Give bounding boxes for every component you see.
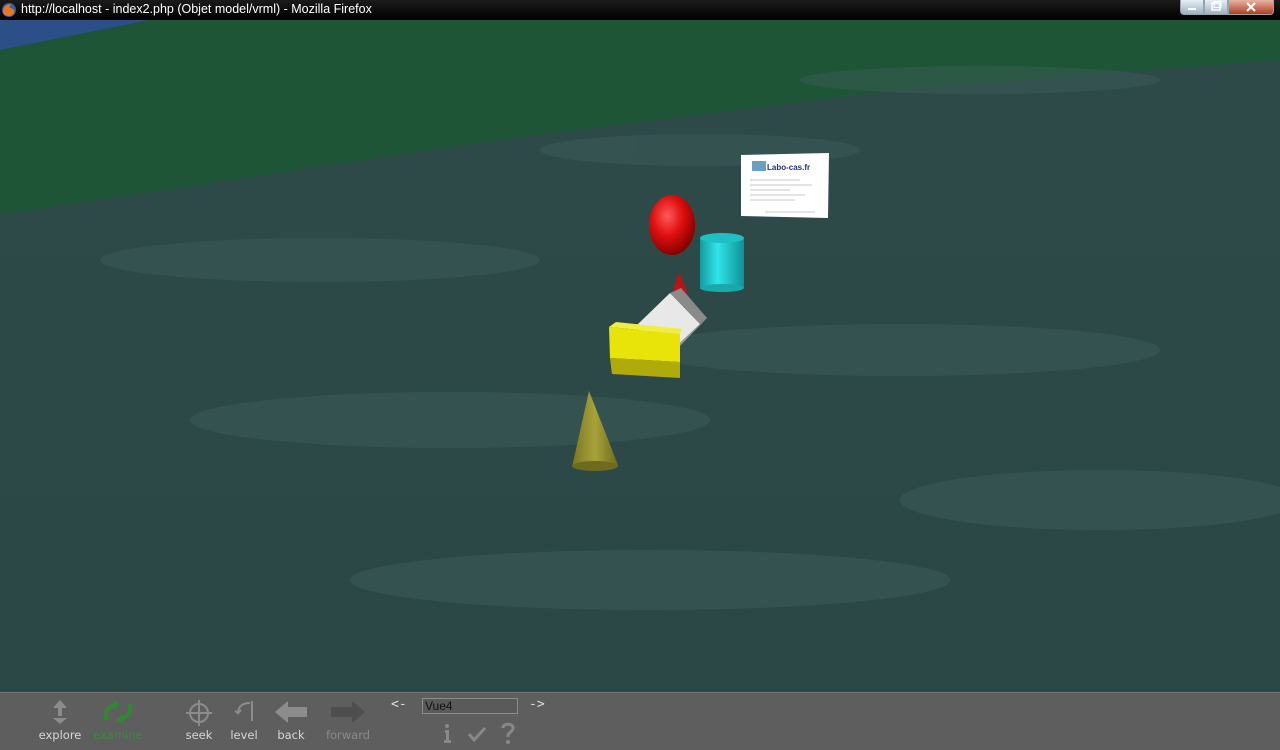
billboard-text: Labo-cas.fr — [767, 163, 810, 172]
forward-label: forward — [325, 728, 371, 742]
forward-button[interactable]: forward — [322, 693, 374, 750]
check-icon[interactable] — [468, 726, 486, 742]
minimize-icon[interactable] — [1180, 0, 1204, 15]
viewpoint-field[interactable]: Vue4 — [422, 698, 518, 714]
level-label: level — [230, 728, 258, 742]
info-icon[interactable] — [440, 722, 454, 744]
cyan-cylinder — [700, 233, 744, 292]
red-sphere — [649, 195, 695, 255]
forward-arrow-icon — [331, 701, 365, 723]
explore-button[interactable]: explore — [36, 693, 84, 750]
back-label: back — [277, 728, 305, 742]
maximize-icon[interactable] — [1204, 0, 1228, 15]
level-button[interactable]: level — [226, 693, 262, 750]
level-icon — [234, 701, 253, 721]
explore-icon — [53, 700, 67, 724]
explore-label: explore — [38, 728, 82, 742]
vrml-navigation-toolbar: explore examine seek level back forward … — [0, 692, 1280, 750]
examine-button[interactable]: examine — [90, 693, 146, 750]
next-viewpoint-button[interactable]: -> — [529, 697, 545, 712]
examine-label: examine — [93, 728, 143, 742]
back-button[interactable]: back — [270, 693, 312, 750]
window-title: http://localhost - index2.php (Objet mod… — [21, 2, 372, 16]
back-arrow-icon — [275, 701, 307, 723]
close-icon[interactable] — [1228, 0, 1274, 15]
window-title-bar: http://localhost - index2.php (Objet mod… — [0, 0, 1280, 20]
seek-button[interactable]: seek — [180, 693, 218, 750]
web-page-billboard: Labo-cas.fr — [741, 153, 829, 218]
examine-icon — [103, 700, 133, 724]
firefox-icon — [2, 3, 16, 17]
help-icon[interactable] — [500, 722, 516, 744]
yellow-box — [609, 322, 682, 378]
previous-viewpoint-button[interactable]: <- — [391, 697, 407, 712]
seek-label: seek — [185, 728, 213, 742]
vrml-scene-viewport[interactable]: Labo-cas.fr — [0, 20, 1280, 692]
seek-icon — [186, 700, 212, 726]
